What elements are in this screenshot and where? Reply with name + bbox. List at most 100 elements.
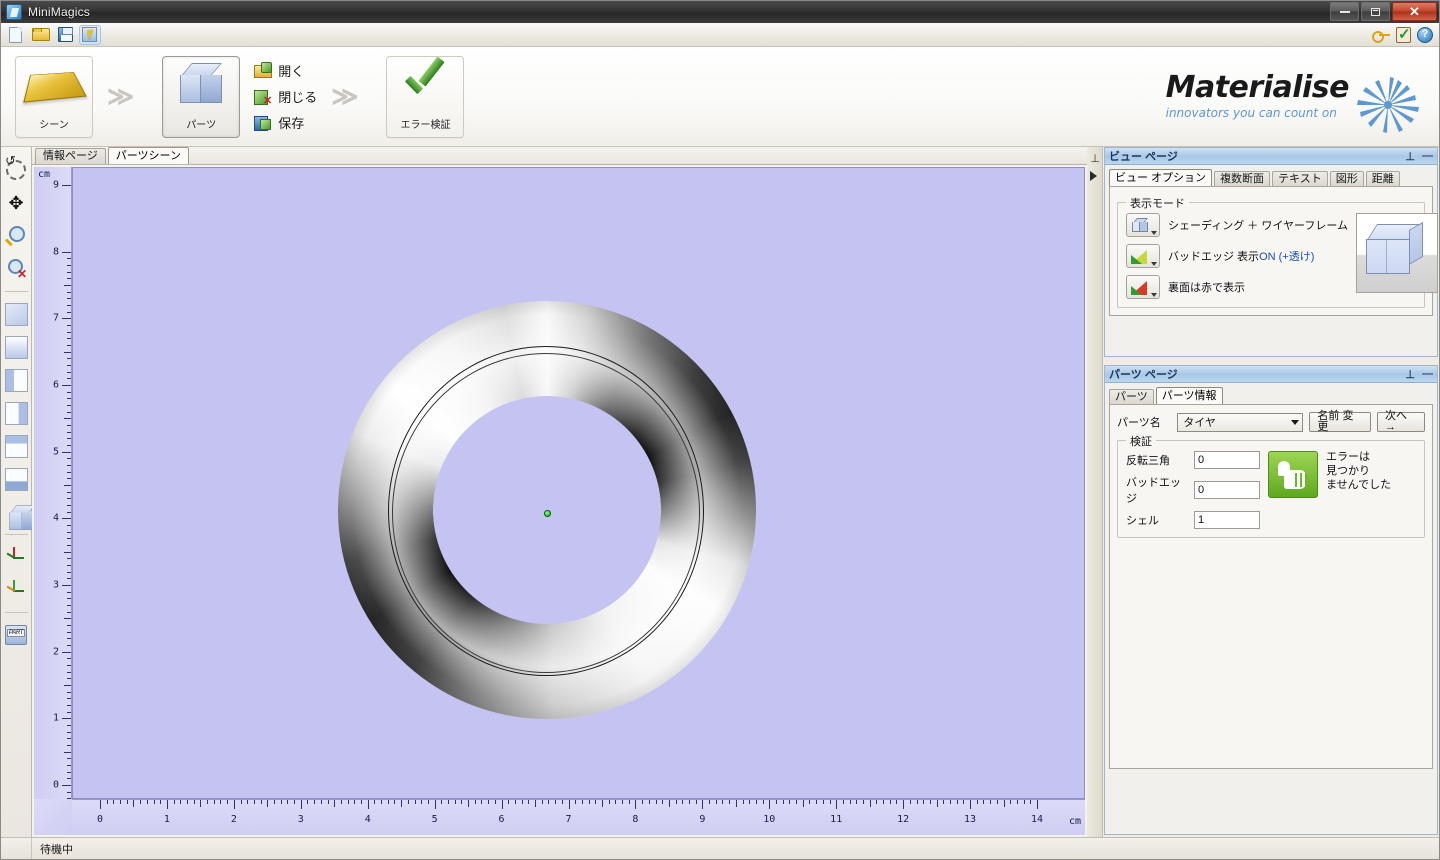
- view-panel-pin-icon[interactable]: ⊥: [1405, 150, 1415, 163]
- error-check-label: エラー検証: [400, 119, 451, 131]
- part-name-select[interactable]: タイヤ: [1177, 412, 1304, 432]
- expand-arrow-icon[interactable]: [1090, 171, 1097, 181]
- ruler-tick-minor: [494, 800, 496, 804]
- view-bottom-tool[interactable]: [4, 464, 29, 494]
- restore-button[interactable]: [1361, 2, 1390, 21]
- checkmark-icon: [387, 57, 463, 112]
- ruler-tick-minor: [64, 285, 71, 286]
- ruler-tick-minor: [67, 705, 71, 706]
- ruler-label: 6: [52, 379, 59, 391]
- select-cursor-icon[interactable]: [79, 24, 101, 45]
- tab-multi-section[interactable]: 複数断面: [1214, 171, 1271, 187]
- tab-part-scene[interactable]: パーツシーン: [107, 147, 190, 164]
- view-right-tool[interactable]: [4, 398, 29, 428]
- mode-row-back-face[interactable]: 裏面は赤で表示: [1126, 275, 1348, 299]
- rotate-tool[interactable]: [4, 153, 29, 185]
- ruler-tick-minor: [1016, 800, 1018, 804]
- ruler-tick-minor: [575, 800, 577, 804]
- mode-row-shading[interactable]: シェーディング ＋ ワイヤーフレーム: [1126, 213, 1348, 237]
- axis-rotate-tool[interactable]: [4, 575, 29, 605]
- new-icon[interactable]: [4, 25, 26, 45]
- validation-message-line-2: 見つかり: [1326, 464, 1370, 477]
- parts-panel-minimize-icon[interactable]: ―: [1422, 368, 1433, 380]
- ruler-tick-minor: [213, 800, 215, 804]
- shading-cube-icon[interactable]: [1126, 213, 1160, 237]
- tab-view-options[interactable]: ビュー オプション: [1109, 169, 1213, 187]
- ruler-tick-minor: [314, 800, 316, 804]
- origin-dot: [544, 510, 551, 517]
- help-icon[interactable]: ?: [1417, 26, 1433, 43]
- ruler-corner: [34, 799, 72, 835]
- view-left-tool[interactable]: [4, 365, 29, 395]
- view-iso-tool[interactable]: [4, 299, 29, 329]
- tab-distance[interactable]: 距離: [1365, 171, 1400, 187]
- tab-info-page[interactable]: 情報ページ: [35, 148, 106, 164]
- ruler-tick-minor: [929, 800, 931, 804]
- parts-panel-title: パーツ ページ: [1109, 369, 1178, 381]
- tab-part-info[interactable]: パーツ情報: [1155, 387, 1223, 405]
- ruler-tick-minor: [64, 685, 71, 686]
- zoom-tool[interactable]: [4, 221, 29, 251]
- ruler-tick-minor: [816, 800, 818, 804]
- error-check-button[interactable]: エラー検証: [386, 55, 465, 138]
- save-command[interactable]: 保存: [254, 113, 317, 132]
- ruler-tick-minor: [755, 800, 757, 804]
- ruler-tick-minor: [448, 800, 450, 804]
- tab-parts[interactable]: パーツ: [1109, 389, 1154, 405]
- field-value-shells[interactable]: 1: [1194, 511, 1260, 529]
- zoom-reset-tool[interactable]: [4, 254, 29, 284]
- mode-row-bad-edge[interactable]: バッドエッジ 表示ON (+透け): [1126, 244, 1348, 268]
- ruler-tick-major: [836, 800, 838, 809]
- window-controls: ✕: [1328, 2, 1439, 22]
- close-command[interactable]: 閉じる: [254, 87, 317, 107]
- back-face-red-icon[interactable]: [1126, 275, 1160, 299]
- open-icon[interactable]: [29, 25, 51, 45]
- key-icon[interactable]: [1372, 28, 1390, 43]
- view-front-tool[interactable]: [4, 332, 29, 362]
- view-panel-minimize-icon[interactable]: ―: [1422, 150, 1433, 162]
- axis-tool[interactable]: [4, 542, 29, 572]
- ruler-label: 6: [498, 814, 505, 825]
- tab-text[interactable]: テキスト: [1272, 171, 1328, 187]
- bad-edge-icon[interactable]: [1126, 244, 1160, 268]
- validation-legend: 検証: [1126, 433, 1156, 449]
- ruler-tick-minor: [936, 800, 938, 807]
- open-command[interactable]: 開く: [254, 61, 317, 80]
- ruler-tick-minor: [180, 800, 182, 804]
- view-shaded-tool[interactable]: [4, 497, 36, 530]
- 3d-viewport[interactable]: [72, 167, 1085, 799]
- ruler-label: 1: [163, 814, 170, 825]
- view-top-tool[interactable]: [4, 431, 29, 461]
- tab-shape[interactable]: 図形: [1329, 171, 1364, 187]
- field-value-inverted-triangles[interactable]: 0: [1194, 451, 1260, 469]
- part-button[interactable]: パーツ: [162, 55, 241, 138]
- next-button[interactable]: 次へ→: [1377, 411, 1425, 433]
- ruler-tick-minor: [963, 800, 965, 804]
- part-tool[interactable]: PART: [4, 620, 29, 650]
- ruler-tick-minor: [64, 485, 71, 486]
- close-button[interactable]: ✕: [1392, 2, 1437, 21]
- field-value-bad-edges[interactable]: 0: [1194, 481, 1260, 499]
- clipboard-check-icon[interactable]: [1396, 25, 1411, 43]
- scene-button-label: シーン: [39, 119, 69, 131]
- ruler-label: 3: [52, 579, 59, 591]
- ruler-tick-minor: [67, 778, 71, 780]
- minimize-button[interactable]: [1330, 2, 1359, 21]
- rename-button[interactable]: 名前 変更: [1309, 411, 1372, 433]
- ruler-tick-major: [233, 800, 235, 809]
- ruler-tick-minor: [622, 800, 624, 804]
- parts-panel-pin-icon[interactable]: ⊥: [1405, 368, 1415, 381]
- save-icon[interactable]: [54, 25, 76, 45]
- pan-tool[interactable]: ✥: [4, 188, 29, 218]
- ruler-tick-minor: [67, 398, 71, 400]
- pin-icon[interactable]: ⊥: [1090, 152, 1100, 166]
- dock-splitter[interactable]: ⊥: [1087, 147, 1103, 837]
- ruler-tick-minor: [347, 800, 349, 804]
- ruler-tick-minor: [67, 298, 71, 300]
- cube-preview[interactable]: [1356, 213, 1439, 293]
- ruler-tick-minor: [67, 431, 71, 433]
- scene-button[interactable]: シーン: [15, 55, 93, 138]
- ruler-tick-minor: [849, 800, 851, 804]
- ruler-tick-minor: [67, 345, 71, 346]
- ruler-tick-minor: [67, 611, 71, 613]
